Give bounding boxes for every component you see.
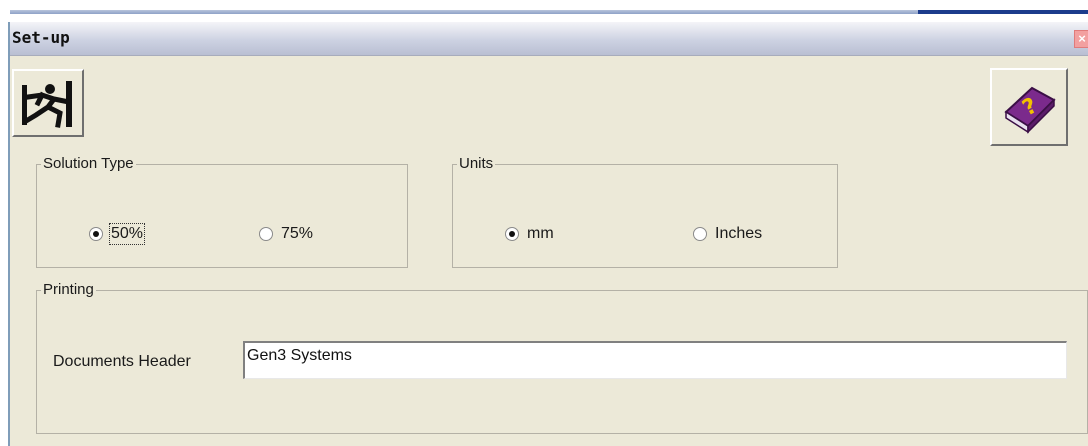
- units-inches-label: Inches: [715, 225, 763, 242]
- solution-75-label: 75%: [281, 225, 314, 242]
- close-button[interactable]: ×: [1074, 30, 1088, 48]
- units-label: Units: [457, 154, 496, 174]
- units-mm-radio[interactable]: mm: [505, 225, 554, 243]
- help-button[interactable]: ?: [990, 68, 1068, 146]
- documents-header-label: Documents Header: [53, 353, 191, 370]
- solution-type-group: Solution Type 50% 75%: [36, 154, 408, 268]
- documents-header-input[interactable]: [243, 341, 1067, 379]
- top-strip: [0, 0, 1088, 22]
- title-bar[interactable]: Set-up ×: [10, 22, 1088, 56]
- exit-button[interactable]: [12, 69, 84, 137]
- radio-selected-icon[interactable]: [89, 227, 103, 241]
- radio-selected-icon[interactable]: [505, 227, 519, 241]
- printing-label: Printing: [41, 280, 96, 300]
- units-group: Units mm Inches: [452, 154, 838, 268]
- setup-dialog: Set-up × ? Solution Type 50% 75% Units m…: [8, 22, 1088, 446]
- units-mm-label: mm: [527, 225, 554, 242]
- printing-group: Printing Documents Header: [36, 280, 1088, 434]
- units-inches-radio[interactable]: Inches: [693, 225, 762, 243]
- solution-50-label: 50%: [108, 223, 146, 245]
- solution-type-label: Solution Type: [41, 154, 136, 174]
- radio-unselected-icon[interactable]: [259, 227, 273, 241]
- radio-unselected-icon[interactable]: [693, 227, 707, 241]
- solution-75-radio[interactable]: 75%: [259, 225, 313, 243]
- window-border-accent: [918, 10, 1088, 14]
- window-title: Set-up: [12, 28, 70, 47]
- solution-50-radio[interactable]: 50%: [89, 223, 146, 245]
